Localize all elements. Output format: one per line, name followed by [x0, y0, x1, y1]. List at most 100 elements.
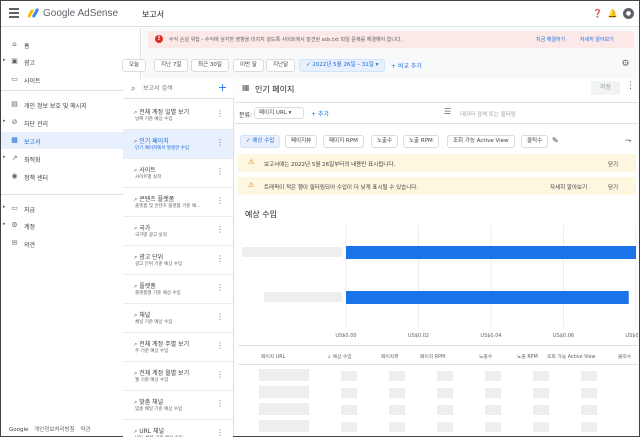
more-vert-icon[interactable]: ⋮ — [216, 284, 224, 292]
metric-chip-6[interactable]: 클릭수 — [521, 135, 549, 148]
nav-item-1[interactable]: ▸ ▣ 광고 — [1, 53, 140, 70]
more-vert-icon[interactable]: ⋮ — [216, 255, 224, 263]
page-title: 보고서 — [142, 10, 165, 19]
edit-pencil-icon[interactable]: ✎ — [552, 136, 559, 145]
dismiss-button[interactable]: 닫기 — [608, 183, 618, 191]
date-chip-4[interactable]: 지난달 — [266, 59, 296, 72]
report-list-item[interactable]: 인기 페이지인기 페이지에서 발생한 수입 ⋮ — [123, 130, 233, 159]
save-button[interactable]: 저장 — [591, 81, 620, 95]
help-icon[interactable]: ❓ — [592, 8, 603, 19]
metric-chip-4[interactable]: 노출 RPM — [403, 135, 439, 148]
more-vert-icon[interactable]: ⋮ — [216, 168, 224, 176]
new-report-plus-icon[interactable]: + — [218, 81, 227, 94]
filter-list-icon: ☰ — [444, 107, 452, 116]
report-list-item[interactable]: 콘텐츠 플랫폼플랫폼 및 콘텐츠 플랫폼 기준 예... ⋮ — [123, 188, 233, 217]
report-list-item[interactable]: URL 채널URL 채널 기준 예상 수입⋮ — [123, 420, 233, 437]
more-vert-icon[interactable]: ⋮ — [216, 197, 224, 205]
breakdown-value: 페이지 URL — [259, 110, 287, 116]
bar-0[interactable] — [346, 246, 636, 259]
table-column-header[interactable]: 노출 RPM — [517, 353, 538, 360]
learn-more-link[interactable]: 자세히 알아보기 — [580, 36, 614, 43]
report-list-item[interactable]: 플랫폼플랫폼별 기준 예상 수입 ⋮ — [123, 275, 233, 304]
report-list-item[interactable]: 광고 단위광고 단위 기준 예상 수입 ⋮ — [123, 246, 233, 275]
date-chip-0[interactable]: 오늘 — [122, 59, 147, 72]
table-column-header[interactable]: 클릭수 — [618, 353, 631, 360]
more-vert-icon[interactable]: ⋮ — [216, 342, 224, 350]
more-vert-icon[interactable]: ⋮ — [626, 81, 635, 91]
report-search-input[interactable] — [143, 85, 213, 92]
menu-icon[interactable] — [9, 8, 19, 18]
report-list-item[interactable]: 전체 계정 월별 보기월 기준 예상 수입 ⋮ — [123, 362, 233, 391]
add-comparison-label: 비교 추가 — [397, 63, 422, 70]
settings-gear-icon[interactable]: ⚙ — [620, 59, 631, 70]
report-item-title: 맞춤 채널 — [133, 397, 163, 406]
report-list-item[interactable]: 맞춤 채널맞춤 채널 기준 예상 수입 ⋮ — [123, 391, 233, 420]
date-chip-3[interactable]: 이번 달 — [233, 59, 264, 72]
breakdown-select[interactable]: 페이지 URL ▾ — [254, 107, 304, 119]
report-item-subtitle: 채널 기준 예상 수입 — [135, 320, 173, 325]
bell-icon[interactable]: 🔔 — [607, 8, 618, 19]
nav-item-label: 계정 — [24, 224, 36, 231]
nav-item-6[interactable]: ▸ ↗ 최적화 — [1, 150, 140, 167]
more-vert-icon[interactable]: ⋮ — [216, 110, 224, 118]
table-column-header[interactable]: 조회 가능 Active View — [547, 353, 595, 360]
nav-item-7[interactable]: ◉ 정책 센터 — [1, 168, 140, 185]
avatar[interactable]: ● — [623, 8, 634, 19]
table-column-header[interactable]: ↓ 예상 수입 — [327, 353, 352, 360]
nav-item-5[interactable]: ▦ 보고서 — [1, 132, 140, 149]
nav-item-3[interactable]: ▤ 개인 정보 보호 및 메시지 — [1, 96, 140, 113]
bar-1[interactable] — [346, 291, 629, 304]
more-vert-icon[interactable]: ⋮ — [216, 400, 224, 408]
report-item-subtitle: 인기 페이지에서 발생한 수입 — [135, 146, 189, 151]
date-chip-2[interactable]: 최근 30일 — [191, 59, 229, 72]
metric-chip-5[interactable]: 조회 가능 Active View — [447, 135, 515, 148]
footer-terms-link[interactable]: 약관 — [80, 427, 90, 433]
table-column-header[interactable]: 페이지뷰 — [381, 353, 399, 360]
table-column-header[interactable]: 노출수 — [479, 353, 492, 360]
report-list-item[interactable]: 사이트사이트별 실적 ⋮ — [123, 159, 233, 188]
date-chip-1[interactable]: 지난 7일 — [154, 59, 189, 72]
report-list-item[interactable]: 국가국가별 광고 실적 ⋮ — [123, 217, 233, 246]
report-item-title: 콘텐츠 플랫폼 — [133, 194, 174, 203]
report-list-item[interactable]: 전체 계정 주별 보기주 기준 예상 수입 ⋮ — [123, 333, 233, 362]
more-vert-icon[interactable]: ⋮ — [216, 139, 224, 147]
nav-item-4[interactable]: ▸ ⊘ 차단 관리 — [1, 114, 140, 131]
more-vert-icon[interactable]: ⋮ — [216, 226, 224, 234]
add-dimension-button[interactable]: + 추가 — [311, 109, 329, 118]
filter-search-input[interactable]: 데이터 검색 또는 필터링 — [460, 110, 516, 118]
dismiss-button[interactable]: 닫기 — [608, 160, 618, 168]
ads-txt-alert: ! 수익 손실 위험 - 수익에 심각한 영향을 미치지 않도록 사이트에서 발… — [148, 31, 634, 48]
metric-chip-0[interactable]: ✓ 예상 수입 — [240, 135, 281, 148]
table-row — [259, 369, 309, 381]
trend-toggle-icon[interactable]: ⤳ — [625, 136, 631, 146]
table-cell — [485, 371, 501, 381]
footer-privacy-link[interactable]: 개인정보처리방침 — [34, 427, 74, 433]
nav-item-0[interactable]: ⌂ 홈 — [1, 36, 140, 53]
fix-now-link[interactable]: 지금 해결하기 — [536, 36, 565, 43]
metric-chip-label: 노출수 — [377, 138, 393, 144]
report-list-item[interactable]: 전체 계정 일별 보기날짜 기준 예상 수입 ⋮ — [123, 101, 233, 130]
metric-chip-3[interactable]: 노출수 — [371, 135, 399, 148]
metric-chip-2[interactable]: 페이지 RPM — [323, 135, 364, 148]
more-vert-icon[interactable]: ⋮ — [216, 313, 224, 321]
add-comparison-button[interactable]: + 비교 추가 — [391, 61, 422, 70]
metric-chip-label: 페이지뷰 — [291, 138, 312, 144]
nav-item-10[interactable]: ✉ 의견 — [1, 235, 140, 252]
table-column-header[interactable]: 페이지 URL — [261, 353, 285, 360]
report-list-item[interactable]: 채널채널 기준 예상 수입 ⋮ — [123, 304, 233, 333]
report-item-subtitle: 사이트별 실적 — [135, 175, 162, 180]
nav-item-2[interactable]: ▭ 사이트 — [1, 71, 140, 88]
table-column-header[interactable]: 페이지 RPM — [420, 353, 445, 360]
learn-more-link[interactable]: 자세히 알아보기 — [550, 183, 587, 191]
more-vert-icon[interactable]: ⋮ — [216, 429, 224, 437]
nav-divider — [1, 194, 140, 195]
expand-caret-icon: ▸ — [3, 204, 6, 210]
report-item-title: 광고 단위 — [133, 252, 163, 261]
nav-item-8[interactable]: ▸ ▭ 지급 — [1, 200, 140, 217]
nav-item-9[interactable]: ▸ ⚙ 계정 — [1, 217, 140, 234]
block-icon: ⊘ — [11, 118, 18, 126]
error-icon: ! — [155, 35, 163, 43]
date-range-picker[interactable]: ✓ 2022년 5월 26일 – 31일 ▾ — [299, 59, 386, 72]
more-vert-icon[interactable]: ⋮ — [216, 371, 224, 379]
metric-chip-1[interactable]: 페이지뷰 — [285, 135, 318, 148]
